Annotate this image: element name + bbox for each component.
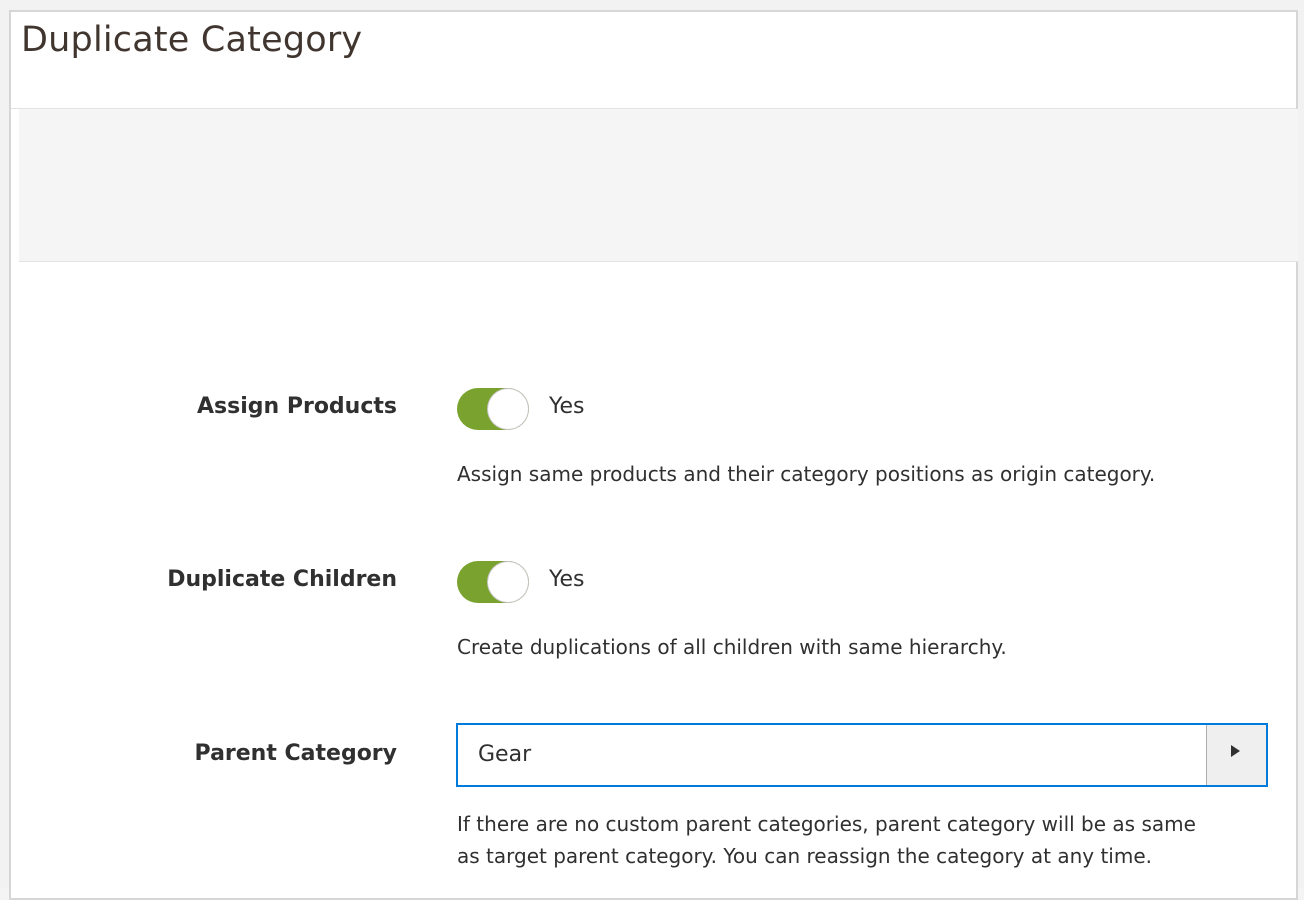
- toggle-knob: [488, 562, 528, 602]
- duplicate-children-value: Yes: [549, 567, 585, 592]
- parent-category-select[interactable]: Gear: [456, 723, 1268, 787]
- assign-products-toggle[interactable]: [457, 388, 529, 430]
- parent-category-note-line1: If there are no custom parent categories…: [457, 812, 1196, 836]
- parent-category-label: Parent Category: [194, 741, 397, 766]
- assign-products-value: Yes: [549, 394, 585, 419]
- parent-category-selected-value: Gear: [478, 742, 532, 767]
- triangle-right-icon: [1231, 745, 1240, 757]
- parent-category-note-line2: as target parent category. You can reass…: [457, 844, 1152, 868]
- duplicate-children-label: Duplicate Children: [167, 567, 397, 592]
- assign-products-note: Assign same products and their category …: [457, 462, 1156, 486]
- modal-header: Duplicate Category: [11, 12, 1296, 109]
- modal-toolbar-area: [19, 109, 1298, 262]
- assign-products-label: Assign Products: [197, 394, 397, 419]
- modal-title: Duplicate Category: [21, 20, 363, 60]
- duplicate-category-modal: Duplicate Category Assign Products Yes A…: [9, 10, 1298, 900]
- parent-category-dropdown-button[interactable]: [1206, 725, 1266, 785]
- duplicate-children-toggle[interactable]: [457, 561, 529, 603]
- duplicate-children-note: Create duplications of all children with…: [457, 635, 1007, 659]
- toggle-knob: [488, 389, 528, 429]
